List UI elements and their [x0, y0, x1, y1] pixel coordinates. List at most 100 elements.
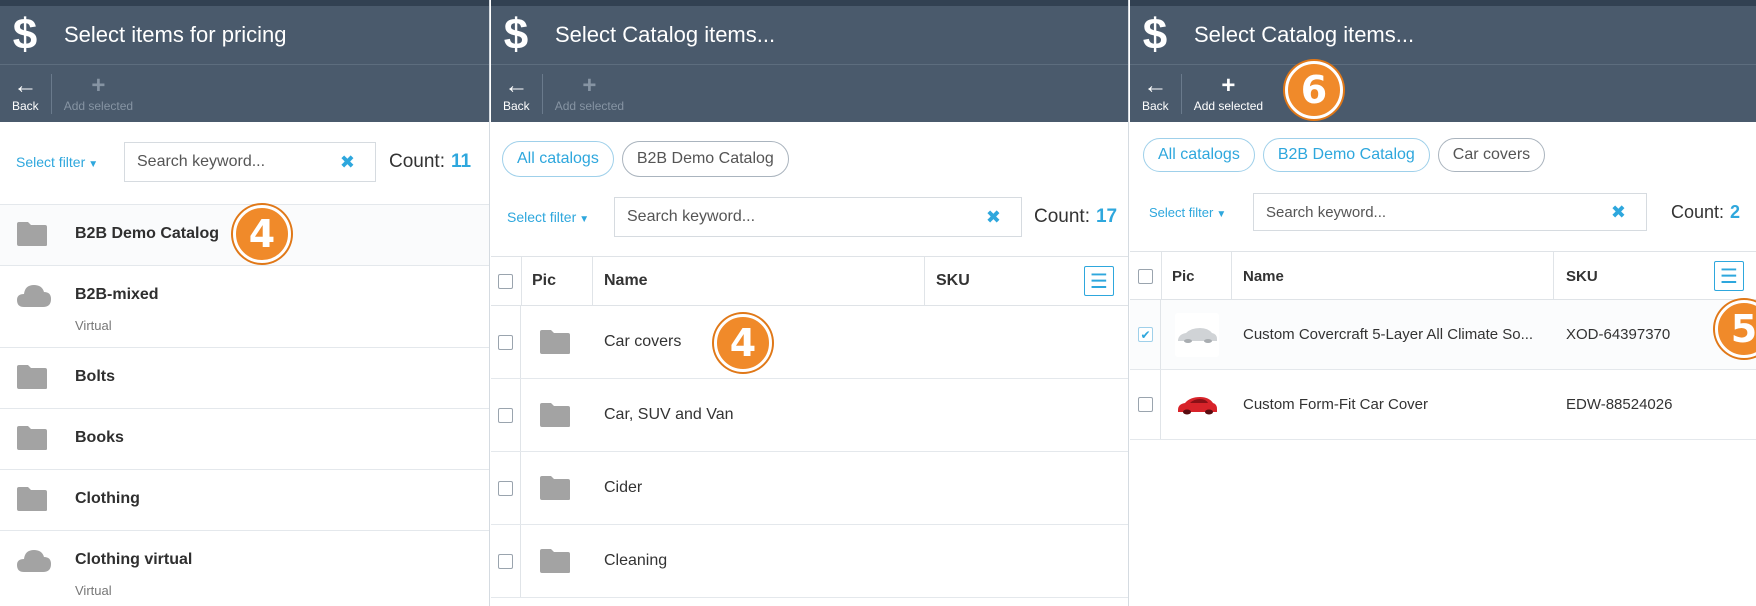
clear-search-icon[interactable]: ✖ [1611, 202, 1626, 223]
search-placeholder: Search keyword... [1266, 203, 1387, 221]
add-selected-button[interactable]: + Add selected [543, 71, 636, 117]
add-selected-label: Add selected [1193, 98, 1264, 113]
count-value: 11 [450, 151, 472, 172]
list-item[interactable]: Bolts [0, 347, 489, 408]
breadcrumb: All catalogs B2B Demo Catalog [502, 141, 1128, 177]
checkbox[interactable] [498, 273, 513, 289]
row-checkbox[interactable] [498, 452, 513, 524]
list-item-name: Bolts [75, 368, 115, 385]
clear-search-icon[interactable]: ✖ [340, 152, 355, 173]
column-header-pic[interactable]: Pic [1172, 252, 1195, 300]
list-item-name: B2B-mixed [75, 286, 159, 303]
blade-select-catalog-items-car-covers: $ Select Catalog items... ← Back + Add s… [1130, 0, 1756, 606]
table-row[interactable]: Custom Form-Fit Car Cover EDW-88524026 [1130, 370, 1756, 440]
blade-toolbar: ← Back + Add selected [0, 64, 489, 122]
column-divider [521, 257, 522, 305]
search-placeholder: Search keyword... [627, 208, 756, 225]
blade-select-items-for-pricing: $ Select items for pricing ← Back + Add … [0, 0, 490, 606]
column-header-sku[interactable]: SKU [1566, 252, 1598, 300]
list-item[interactable]: Clothing virtual Virtual [0, 530, 489, 606]
dollar-icon: $ [12, 10, 38, 59]
search-field[interactable]: Search keyword... ✖ [614, 197, 1022, 237]
checkbox[interactable] [1138, 268, 1153, 284]
stage: $ Select items for pricing ← Back + Add … [0, 0, 1756, 606]
blade-title: Select Catalog items... [1194, 22, 1415, 47]
list-item[interactable]: B2B-mixed Virtual [0, 265, 489, 347]
breadcrumb-car-covers[interactable]: Car covers [1437, 138, 1546, 172]
catalog-list: B2B Demo Catalog B2B-mixed Virtual Bolts… [0, 204, 489, 606]
select-filter-dropdown[interactable]: Select filter ▼ [507, 209, 589, 225]
breadcrumb-b2b-demo-catalog[interactable]: B2B Demo Catalog [621, 141, 789, 177]
column-divider [1553, 252, 1554, 299]
list-item[interactable]: Clothing [0, 469, 489, 530]
items-grid: Pic Name SKU ☰ Car covers Car, SUV and V… [491, 256, 1128, 598]
list-item-subtitle: Virtual [75, 318, 112, 333]
table-row[interactable]: Cleaning [491, 525, 1128, 598]
folder-icon [539, 452, 571, 524]
table-row[interactable]: ✔ Custom Covercraft 5-Layer All Climate … [1130, 300, 1756, 370]
step-badge: 4 [233, 205, 291, 263]
breadcrumb-all-catalogs[interactable]: All catalogs [502, 141, 614, 177]
column-header-name[interactable]: Name [604, 257, 648, 305]
folder-icon [16, 425, 48, 456]
caret-down-icon: ▼ [579, 214, 590, 225]
items-grid: Pic Name SKU ☰ ✔ Custom Covercraft 5-Lay… [1130, 251, 1756, 440]
row-checkbox[interactable] [1138, 370, 1153, 439]
back-button[interactable]: ← Back [0, 71, 51, 117]
checkbox[interactable] [498, 407, 513, 423]
blade-toolbar: ← Back + Add selected [1130, 64, 1756, 122]
column-menu-icon[interactable]: ☰ [1714, 261, 1744, 291]
clear-search-icon[interactable]: ✖ [986, 207, 1001, 228]
breadcrumb-b2b-demo-catalog[interactable]: B2B Demo Catalog [1262, 138, 1430, 172]
add-selected-button[interactable]: + Add selected [52, 71, 145, 117]
list-item-name: Clothing virtual [75, 551, 193, 568]
dollar-icon: $ [503, 10, 529, 59]
plus-icon: + [1221, 71, 1236, 99]
back-button[interactable]: ← Back [491, 71, 542, 117]
search-field[interactable]: Search keyword... ✖ [1253, 193, 1647, 231]
row-checkbox[interactable] [498, 525, 513, 597]
column-header-sku[interactable]: SKU [936, 257, 970, 305]
arrow-left-icon: ← [13, 71, 38, 99]
row-sku: EDW-88524026 [1566, 396, 1673, 413]
blade-header: $ Select Catalog items... [1130, 6, 1756, 64]
checkbox[interactable] [498, 553, 513, 569]
blade-title: Select Catalog items... [555, 22, 776, 47]
checkbox[interactable] [498, 480, 513, 496]
column-header-name[interactable]: Name [1243, 252, 1284, 300]
search-field[interactable]: Search keyword... ✖ [124, 142, 376, 182]
table-row[interactable]: Cider [491, 452, 1128, 525]
product-thumbnail [1175, 370, 1219, 439]
add-selected-label: Add selected [63, 98, 134, 113]
list-item[interactable]: Books [0, 408, 489, 469]
silver-car-cover-thumbnail [1175, 312, 1219, 357]
select-filter-dropdown[interactable]: Select filter ▼ [1149, 205, 1226, 220]
select-filter-dropdown[interactable]: Select filter ▼ [16, 154, 98, 170]
column-menu-icon[interactable]: ☰ [1084, 266, 1114, 296]
cloud-icon [16, 282, 52, 313]
row-checkbox[interactable]: ✔ [1138, 300, 1153, 369]
list-item-name: Books [75, 429, 124, 446]
item-count: Count: 17 [1034, 206, 1117, 228]
select-all-checkbox[interactable] [1138, 252, 1153, 300]
checkbox[interactable] [1138, 397, 1153, 412]
cloud-icon [16, 547, 52, 578]
select-filter-label: Select filter [16, 154, 86, 170]
add-selected-button[interactable]: + Add selected [1182, 71, 1275, 117]
row-checkbox[interactable] [498, 306, 513, 378]
checkbox[interactable] [498, 334, 513, 350]
row-checkbox[interactable] [498, 379, 513, 451]
folder-icon [539, 525, 571, 597]
breadcrumb-all-catalogs[interactable]: All catalogs [1143, 138, 1255, 172]
blade-toolbar: ← Back + Add selected [491, 64, 1128, 122]
dollar-icon: $ [1142, 10, 1168, 59]
count-label: Count: [1034, 206, 1090, 227]
table-row[interactable]: Car, SUV and Van [491, 379, 1128, 452]
checkbox-checked[interactable]: ✔ [1138, 327, 1153, 342]
folder-icon [16, 221, 48, 252]
list-item-name: B2B Demo Catalog [75, 225, 220, 242]
back-button[interactable]: ← Back [1130, 71, 1181, 117]
column-header-pic[interactable]: Pic [532, 257, 556, 305]
table-row[interactable]: Car covers [491, 306, 1128, 379]
select-all-checkbox[interactable] [498, 257, 513, 305]
